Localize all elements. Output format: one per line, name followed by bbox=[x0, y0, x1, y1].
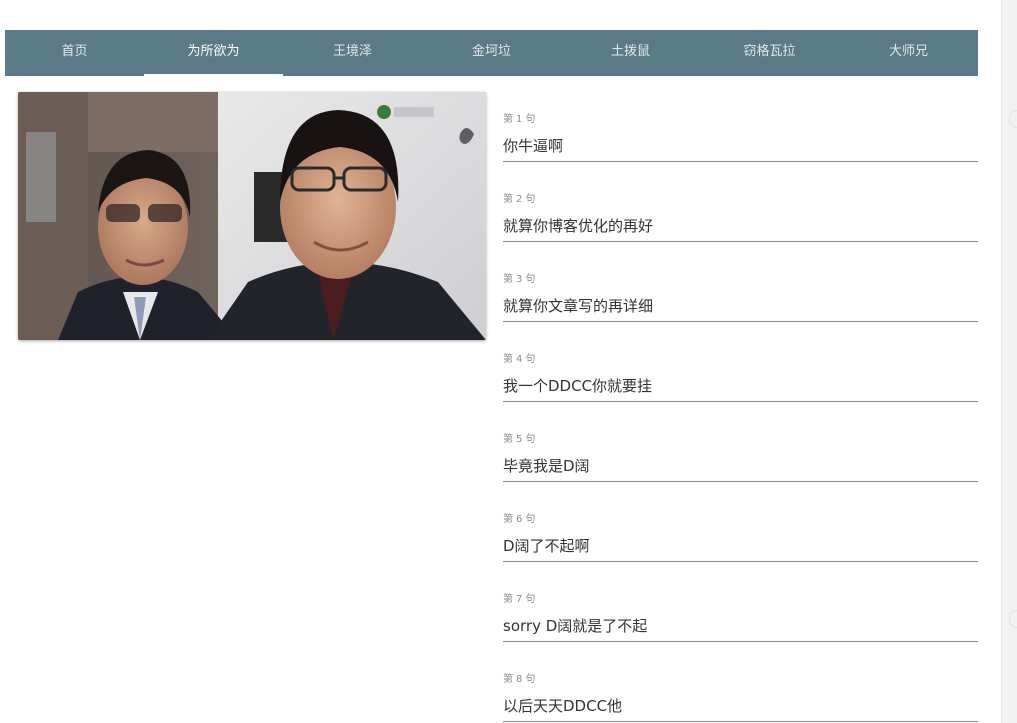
nav-tab-weisuoyuwei[interactable]: 为所欲为 bbox=[144, 30, 283, 76]
line-text: 就算你文章写的再详细 bbox=[503, 297, 654, 315]
quote-lines-list: 第1句 你牛逼啊 第2句 就算你博客优化的再好 第3句 就算你文章写的再详细 第… bbox=[503, 97, 978, 723]
nav-tab-dashixiong[interactable]: 大师兄 bbox=[839, 30, 978, 76]
line-index-label: 第8句 bbox=[503, 674, 536, 685]
line-index-label: 第3句 bbox=[503, 274, 536, 285]
divider bbox=[503, 241, 978, 242]
page: 首页 为所欲为 王境泽 金坷垃 土拨鼠 窃格瓦拉 大师兄 第 1 句 你牛逼啊 … bbox=[0, 0, 1017, 723]
line-index-label: 第1句 bbox=[503, 114, 536, 125]
divider bbox=[503, 721, 978, 722]
strip-notch bbox=[1009, 610, 1017, 628]
list-item: 第4句 我一个DDCC你就要挂 bbox=[503, 337, 978, 417]
video-still-image bbox=[18, 92, 486, 340]
line-index-label: 第5句 bbox=[503, 434, 536, 445]
divider bbox=[503, 401, 978, 402]
list-item: 第6句 D阔了不起啊 bbox=[503, 497, 978, 577]
nav-tab-jinkela[interactable]: 金坷垃 bbox=[422, 30, 561, 76]
line-text: 就算你博客优化的再好 bbox=[503, 217, 654, 235]
line-index-label: 第7句 bbox=[503, 594, 536, 605]
line-index-label: 第2句 bbox=[503, 194, 536, 205]
list-item: 第7句 sorry D阔就是了不起 bbox=[503, 577, 978, 657]
divider bbox=[503, 481, 978, 482]
divider bbox=[503, 641, 978, 642]
top-nav-bar: 首页 为所欲为 王境泽 金坷垃 土拨鼠 窃格瓦拉 大师兄 bbox=[5, 30, 978, 76]
divider bbox=[503, 561, 978, 562]
strip-notch bbox=[1009, 110, 1017, 128]
line-index-label: 第6句 bbox=[503, 514, 536, 525]
list-item: 第2句 就算你博客优化的再好 bbox=[503, 177, 978, 257]
line-text: D阔了不起啊 bbox=[503, 537, 590, 555]
nav-tab-wangjingze[interactable]: 王境泽 bbox=[283, 30, 422, 76]
nav-tab-qiegewala[interactable]: 窃格瓦拉 bbox=[700, 30, 839, 76]
nav-tab-tuboshu[interactable]: 土拨鼠 bbox=[561, 30, 700, 76]
line-text: 毕竟我是D阔 bbox=[503, 457, 590, 475]
line-text: 你牛逼啊 bbox=[503, 137, 564, 155]
line-text: 以后天天DDCC他 bbox=[503, 697, 623, 715]
list-item: 第5句 毕竟我是D阔 bbox=[503, 417, 978, 497]
nav-tab-home[interactable]: 首页 bbox=[5, 30, 144, 76]
video-still-illustration bbox=[18, 92, 486, 340]
line-index-label: 第4句 bbox=[503, 354, 536, 365]
list-item: 第3句 就算你文章写的再详细 bbox=[503, 257, 978, 337]
divider bbox=[503, 321, 978, 322]
list-item: 第1句 你牛逼啊 bbox=[503, 97, 978, 177]
scrollbar-track[interactable] bbox=[1001, 0, 1017, 723]
list-item: 第8句 以后天天DDCC他 bbox=[503, 657, 978, 723]
divider bbox=[503, 161, 978, 162]
line-text: sorry D阔就是了不起 bbox=[503, 617, 648, 635]
line-text: 我一个DDCC你就要挂 bbox=[503, 377, 653, 395]
